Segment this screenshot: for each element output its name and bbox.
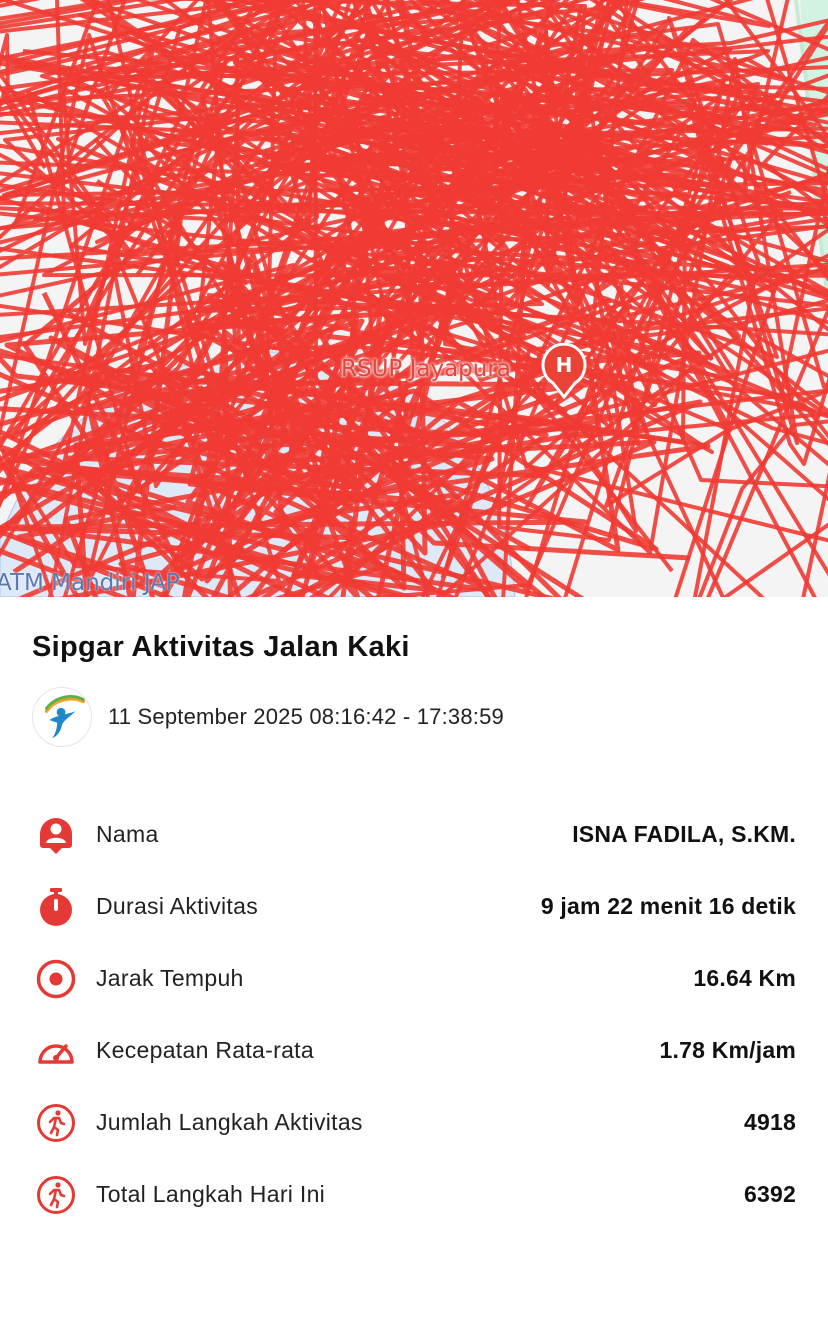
stat-value: 16.64 Km	[693, 965, 796, 991]
stat-label: Nama	[96, 821, 159, 847]
sipgar-logo-icon	[32, 687, 92, 747]
map-base	[0, 0, 828, 597]
stat-row-jumlah-langkah: Jumlah Langkah Aktivitas 4918	[0, 1097, 828, 1149]
stat-value: 9 jam 22 menit 16 detik	[540, 893, 796, 919]
stat-label: Jumlah Langkah Aktivitas	[96, 1109, 363, 1135]
stat-label: Jarak Tempuh	[96, 965, 244, 991]
stat-label: Durasi Aktivitas	[96, 893, 259, 919]
stat-label: Kecepatan Rata-rata	[96, 1037, 314, 1063]
person-pin-icon	[40, 818, 72, 854]
stat-value: ISNA FADILA, S.KM.	[572, 821, 796, 847]
hospital-marker-letter: H	[556, 353, 573, 377]
walking-icon	[37, 1104, 75, 1142]
stat-row-durasi: Durasi Aktivitas 9 jam 22 menit 16 detik	[0, 881, 828, 933]
poi-label-hospital[interactable]: RSUP Jayapura	[341, 356, 511, 382]
stat-value: 1.78 Km/jam	[659, 1037, 796, 1063]
speedometer-icon	[38, 1044, 74, 1064]
activity-title: Sipgar Aktivitas Jalan Kaki	[32, 631, 410, 663]
stat-row-jarak: Jarak Tempuh 16.64 Km	[0, 953, 828, 1005]
activity-map[interactable]: RSUP Jayapura H ATM Mandiri JAP	[0, 0, 828, 597]
poi-label-atm[interactable]: ATM Mandiri JAP	[0, 570, 180, 596]
stat-value: 4918	[744, 1109, 796, 1135]
activity-summary-panel: Sipgar Aktivitas Jalan Kaki 11 September…	[0, 597, 828, 1328]
activity-date-range: 11 September 2025 08:16:42 - 17:38:59	[108, 704, 504, 729]
stat-row-total-langkah: Total Langkah Hari Ini 6392	[0, 1169, 828, 1221]
gps-track	[0, 0, 828, 597]
stat-row-kecepatan: Kecepatan Rata-rata 1.78 Km/jam	[0, 1025, 828, 1077]
stat-row-nama: Nama ISNA FADILA, S.KM.	[0, 809, 828, 861]
stopwatch-icon	[40, 888, 72, 926]
stat-value: 6392	[744, 1181, 796, 1207]
target-icon	[36, 959, 76, 999]
walking-icon	[37, 1176, 75, 1214]
stat-label: Total Langkah Hari Ini	[96, 1181, 326, 1207]
hospital-marker-icon[interactable]: H	[541, 343, 587, 399]
